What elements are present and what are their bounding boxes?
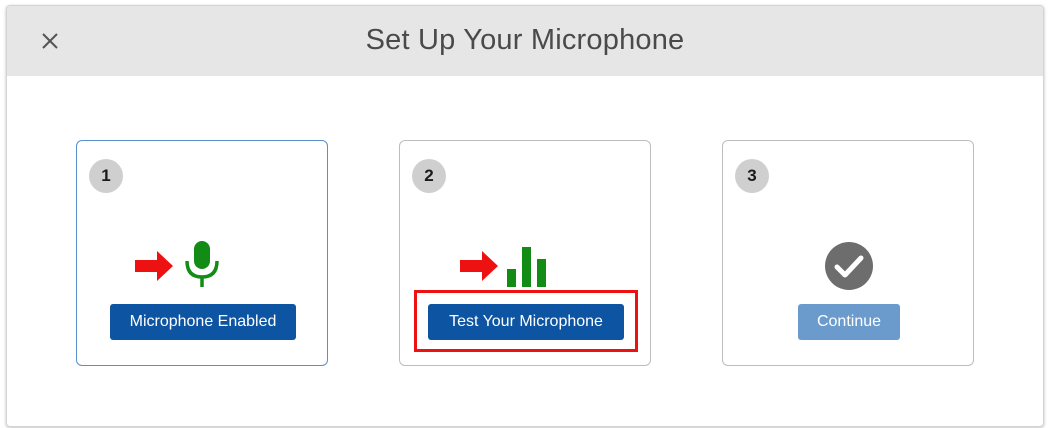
dialog-header: Set Up Your Microphone — [7, 6, 1043, 76]
audio-level-bars-icon — [507, 247, 546, 287]
step-card-3: 3 Continue — [722, 140, 974, 366]
step-card-2: 2 Test Your Microphone — [399, 140, 651, 366]
microphone-setup-dialog: Set Up Your Microphone 1 Microphone Enab… — [6, 5, 1044, 427]
red-arrow-icon — [135, 251, 173, 281]
continue-button[interactable]: Continue — [798, 304, 900, 340]
microphone-enabled-button[interactable]: Microphone Enabled — [110, 304, 296, 340]
step-card-1: 1 Microphone Enabled — [76, 140, 328, 366]
microphone-icon — [185, 241, 219, 287]
dialog-title: Set Up Your Microphone — [365, 24, 685, 56]
step-number-badge: 3 — [735, 159, 769, 193]
test-microphone-button[interactable]: Test Your Microphone — [428, 304, 624, 340]
red-arrow-icon — [460, 251, 498, 281]
step-number-badge: 2 — [412, 159, 446, 193]
step-number-badge: 1 — [89, 159, 123, 193]
checkmark-circle-icon — [825, 242, 873, 290]
